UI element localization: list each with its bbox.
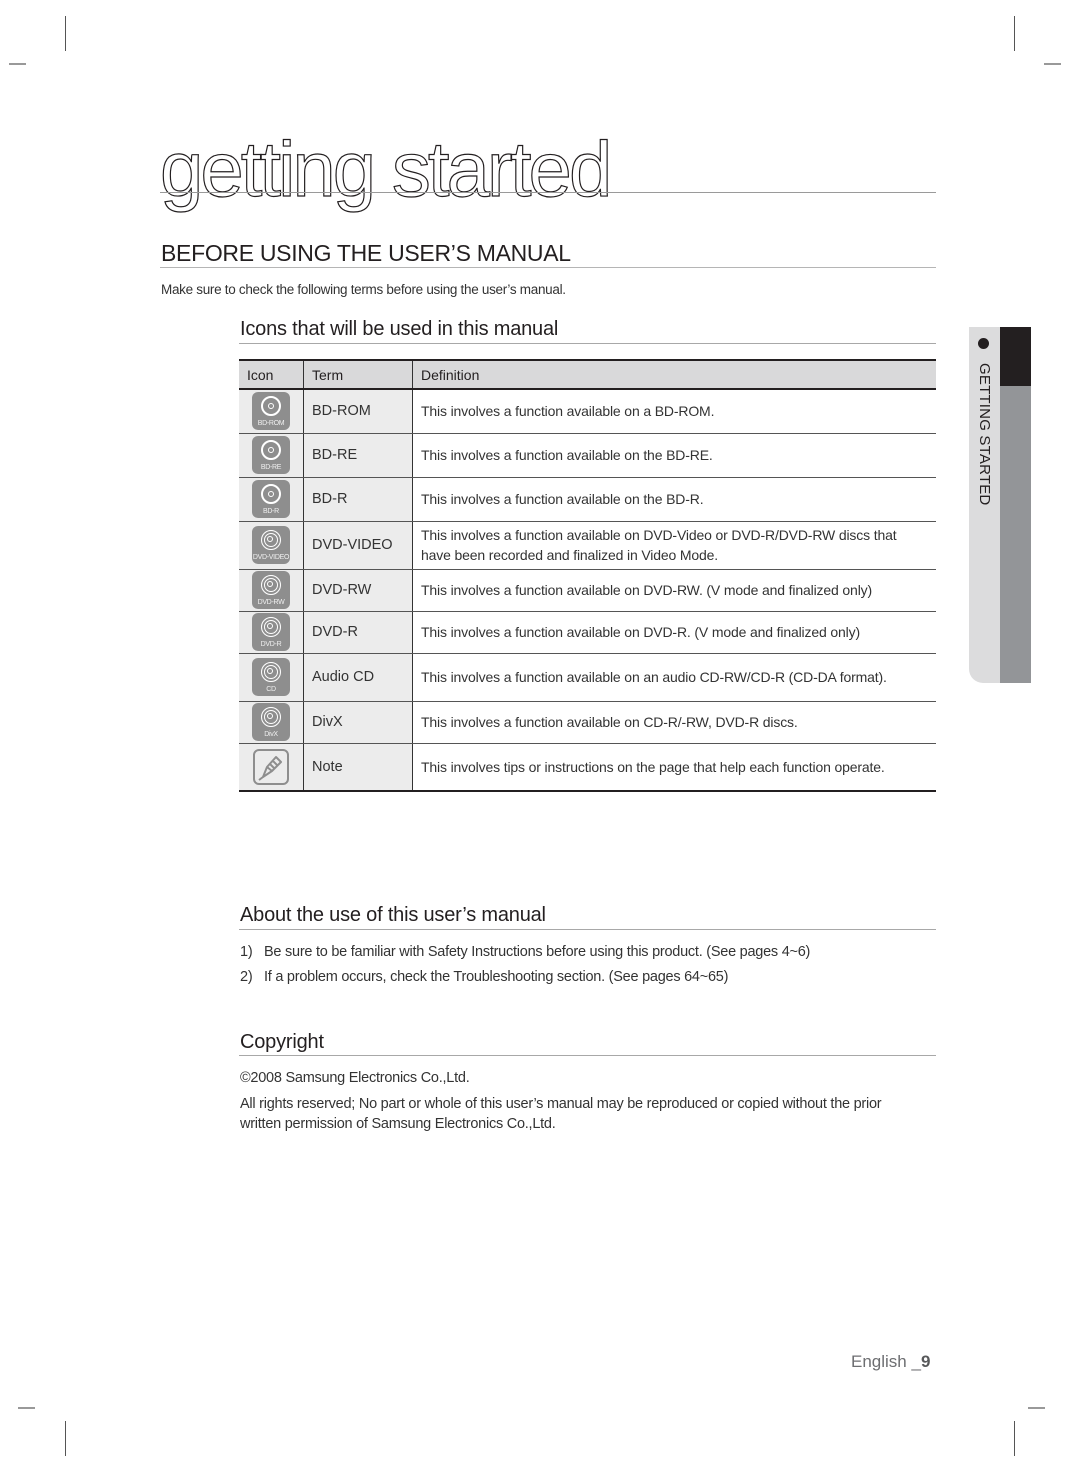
intro-text: Make sure to check the following terms b… [161,282,566,297]
term-cell: BD-ROM [303,389,413,434]
table-row: DivX DivX This involves a function availab… [239,701,936,744]
icon-cell: DVD-VIDEO [239,521,304,570]
definition-cell: This involves a function available on DV… [412,611,936,654]
table-row: DVD-R DVD-R This involves a function avail… [239,611,936,654]
definition-cell: This involves a function available on CD… [412,701,936,744]
definition-cell: This involves tips or instructions on th… [412,743,936,792]
icon-label: BD-R [263,508,279,515]
crop-mark [1014,16,1015,51]
list-item: 1) Be sure to be familiar with Safety Ins… [240,942,810,967]
table-row: DVD-RW DVD-RW This involves a function ava… [239,569,936,612]
column-header-term: Term [303,359,413,390]
list-item: 2) If a problem occurs, check the Trouble… [240,967,810,992]
icon-label: BD-RE [260,464,282,471]
copyright-line: ©2008 Samsung Electronics Co.,Ltd. [240,1070,470,1086]
dvd-rw-disc-icon: DVD-RW [252,571,290,609]
icon-cell: CD [239,653,304,702]
section-divider [160,267,936,268]
term-cell: BD-R [303,477,413,522]
definition-cell: This involves a function available on th… [412,477,936,522]
definition-cell: This involves a function available on an… [412,653,936,702]
table-row: BD-ROM BD-ROM This involves a function ava… [239,389,936,434]
crop-mark [18,1407,35,1409]
chapter-title: getting started [159,125,613,213]
icons-section-title: Icons that will be used in this manual [240,318,559,340]
footer-language: English _ [851,1352,921,1371]
page-footer: English _9 [851,1352,930,1372]
crop-mark [1014,1421,1015,1456]
bd-re-disc-icon: BD-RE [252,436,290,474]
copyright-section-title: Copyright [240,1031,324,1053]
bd-rom-disc-icon: BD-ROM [252,392,290,431]
term-cell: DVD-RW [303,569,413,612]
icon-cell [239,743,304,792]
dvd-r-disc-icon: DVD-R [252,613,290,651]
term-cell: Note [303,743,413,792]
definition-cell: This involves a function available on th… [412,433,936,478]
side-tab-label: GETTING STARTED [976,363,993,506]
note-pencil-icon [253,748,289,785]
icon-label: DVD-RW [257,599,285,606]
page-number: 9 [920,1352,931,1371]
crop-mark [1044,63,1061,65]
list-item-number: 2) [240,969,253,985]
icon-label: DVD-R [260,641,282,648]
icon-cell: DivX [239,701,304,744]
term-cell: DivX [303,701,413,744]
rights-statement: All rights reserved; No part or whole of… [240,1096,882,1132]
bd-r-disc-icon: BD-R [252,480,290,518]
column-header-icon: Icon [239,359,304,390]
icon-cell: DVD-R [239,611,304,654]
about-section-title: About the use of this user’s manual [240,904,546,926]
icon-cell: BD-ROM [239,389,304,434]
icon-label: DivX [264,731,278,738]
term-cell: DVD-VIDEO [303,521,413,570]
table-row: BD-RE BD-RE This involves a function avail… [239,433,936,478]
term-cell: Audio CD [303,653,413,702]
icon-label: BD-ROM [257,420,285,428]
term-cell: DVD-R [303,611,413,654]
audio-cd-disc-icon: CD [252,658,290,696]
definition-cell: This involves a function available on DV… [412,569,936,612]
icon-cell: BD-RE [239,433,304,478]
table-row: Note This involves tips or instructions o… [239,743,936,792]
table-row: BD-R BD-R This involves a function availab… [239,477,936,522]
column-header-definition: Definition [412,359,936,390]
chapter-divider [160,192,936,193]
definition-cell: This involves a function available on DV… [412,521,936,570]
about-list: 1) Be sure to be familiar with Safety Ins… [240,942,810,992]
list-item-number: 1) [240,944,253,960]
dvd-video-disc-icon: DVD-VIDEO [252,526,290,564]
icons-table: Icon Term Definition BD-ROM BD-ROM This in… [239,359,936,792]
table-row: DVD-VIDEO DVD-VIDEO This involves a functi… [239,521,936,570]
about-section-divider [239,929,936,930]
crop-mark [65,1421,66,1456]
list-item-text: Be sure to be familiar with Safety Instr… [264,944,811,960]
table-row: CD Audio CD This involves a function avail… [239,653,936,702]
crop-mark [9,63,26,65]
definition-cell: This involves a function available on a … [412,389,936,434]
crop-mark [1028,1407,1045,1409]
chapter-side-tab: GETTING STARTED [969,327,1031,683]
icon-cell: DVD-RW [239,569,304,612]
section-title: BEFORE USING THE USER’S MANUAL [161,240,571,266]
term-cell: BD-RE [303,433,413,478]
crop-mark [65,16,66,51]
copyright-section-divider [239,1055,936,1056]
table-header-row: Icon Term Definition [239,359,936,390]
icon-label: DVD-VIDEO [252,554,290,561]
divx-disc-icon: DivX [252,703,290,741]
icon-label: CD [266,686,276,693]
list-item-text: If a problem occurs, check the Troublesh… [264,969,729,985]
icons-section-divider [239,343,936,344]
icon-cell: BD-R [239,477,304,522]
bullet-dot-icon [978,338,989,349]
